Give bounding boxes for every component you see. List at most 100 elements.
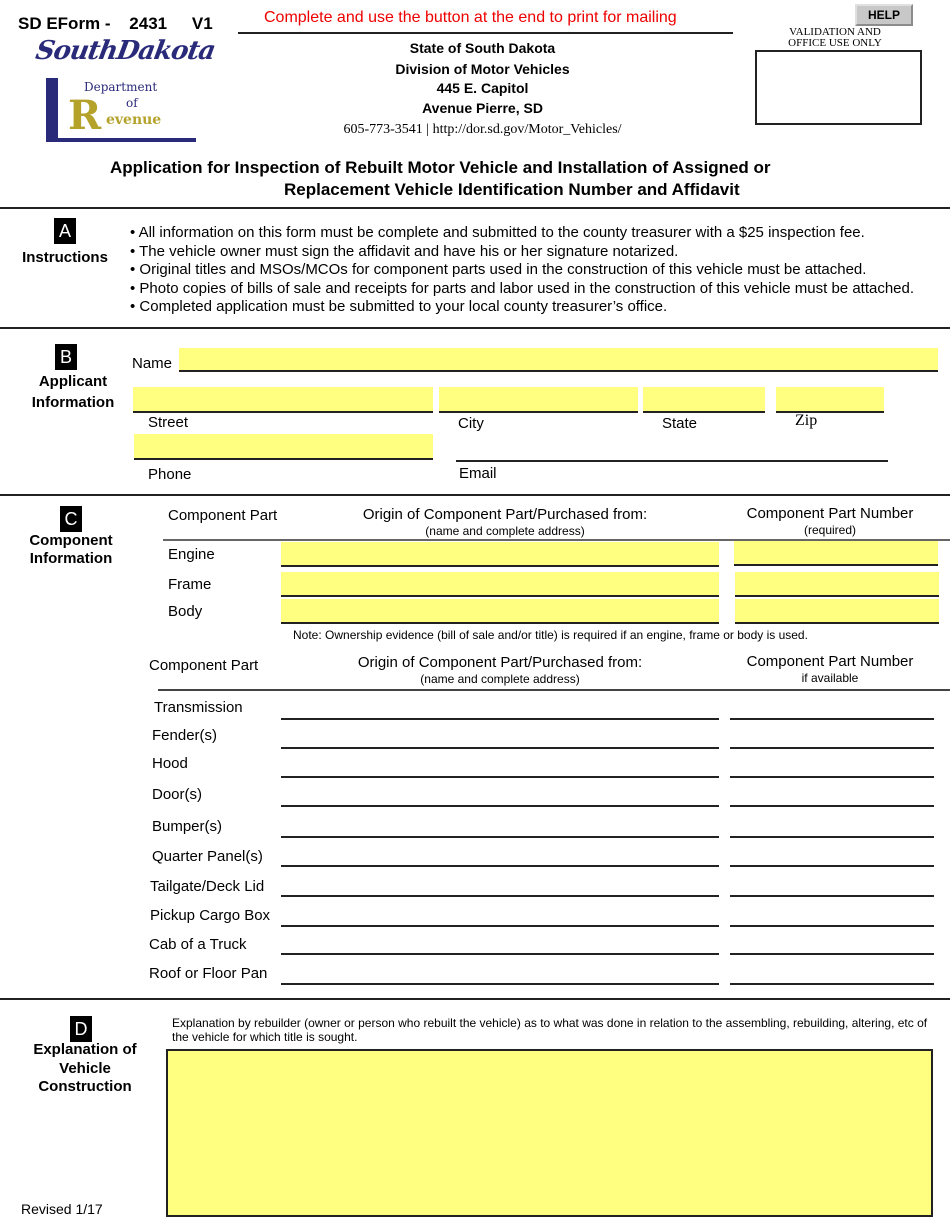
quarter-panels-part-number-input[interactable]	[730, 845, 934, 867]
explanation-textarea[interactable]	[166, 1049, 933, 1217]
section-a-divider	[0, 207, 950, 209]
table1-row-label-body: Body	[168, 603, 203, 620]
department-of-revenue-logo: SouthDakota Department of R evenue	[33, 36, 217, 144]
section-c-badge: C	[60, 506, 82, 532]
section-b-divider	[0, 327, 950, 329]
table2-col-component-part: Component Part	[149, 657, 259, 674]
transmission-part-number-input[interactable]	[730, 698, 934, 720]
city-input[interactable]	[439, 387, 638, 413]
form-title-line1: Application for Inspection of Rebuilt Mo…	[110, 158, 771, 177]
revised-date: Revised 1/17	[21, 1201, 103, 1217]
section-c-label-line1: Component	[29, 532, 113, 549]
section-d-label-line1: Explanation of	[33, 1041, 137, 1058]
form-title: Application for Inspection of Rebuilt Mo…	[0, 157, 950, 201]
phone-label: Phone	[148, 466, 192, 483]
state-input[interactable]	[643, 387, 765, 413]
body-origin-input[interactable]	[281, 599, 719, 624]
table1-row-label-frame: Frame	[168, 576, 212, 593]
instruction-item: • The vehicle owner must sign the affida…	[130, 242, 679, 260]
logo-script: SouthDakota	[33, 36, 218, 66]
cab-origin-input[interactable]	[281, 933, 719, 955]
email-input[interactable]	[456, 438, 888, 462]
header-divider	[238, 32, 733, 34]
table2-row-label: Transmission	[154, 699, 243, 716]
form-number: 2431	[129, 14, 168, 33]
print-notice: Complete and use the button at the end t…	[264, 9, 677, 26]
explanation-prompt: Explanation by rebuilder (owner or perso…	[172, 1016, 928, 1044]
table2-row-label: Door(s)	[152, 786, 203, 803]
engine-origin-input[interactable]	[281, 542, 719, 567]
agency-line1: State of South Dakota	[409, 40, 556, 56]
logo-initial: R	[68, 92, 102, 139]
name-label: Name	[132, 355, 173, 372]
section-d-label-line2: Vehicle	[59, 1059, 111, 1077]
doors-part-number-input[interactable]	[730, 785, 934, 807]
section-b-badge: B	[55, 344, 77, 370]
instruction-item: • Completed application must be submitte…	[130, 298, 668, 315]
state-label: State	[662, 415, 698, 432]
tailgate-part-number-input[interactable]	[730, 875, 934, 897]
transmission-origin-input[interactable]	[281, 698, 719, 720]
table2-col-part-number: Component Part Number if available	[725, 653, 935, 687]
section-b-label-line2: Information	[31, 394, 115, 411]
doors-origin-input[interactable]	[281, 785, 719, 807]
roof-floor-pan-part-number-input[interactable]	[730, 963, 934, 985]
bumpers-origin-input[interactable]	[281, 816, 719, 838]
pickup-cargo-box-origin-input[interactable]	[281, 905, 719, 927]
table2-row-label: Tailgate/Deck Lid	[150, 878, 265, 895]
help-button[interactable]: HELP	[855, 4, 913, 26]
tailgate-origin-input[interactable]	[281, 875, 719, 897]
table2-col-part-number-title: Component Part Number	[746, 653, 914, 670]
phone-input[interactable]	[134, 434, 433, 460]
section-b-label-line1: Applicant	[38, 373, 108, 390]
table1-col-part-number-sub: (required)	[803, 523, 857, 537]
email-label: Email	[459, 465, 497, 482]
quarter-panels-origin-input[interactable]	[281, 845, 719, 867]
street-label: Street	[148, 414, 189, 431]
frame-origin-input[interactable]	[281, 572, 719, 597]
agency-block: State of South Dakota Division of Motor …	[300, 38, 665, 141]
section-c-label: Component Information	[18, 532, 124, 568]
table2-col-origin-sub: (name and complete address)	[420, 672, 580, 686]
name-input[interactable]	[179, 348, 938, 372]
body-part-number-input[interactable]	[735, 599, 939, 624]
office-use-box	[755, 50, 922, 125]
form-version: V1	[191, 14, 213, 33]
agency-line2: Division of Motor Vehicles	[395, 61, 570, 77]
fenders-part-number-input[interactable]	[730, 727, 934, 749]
street-input[interactable]	[133, 387, 433, 413]
hood-origin-input[interactable]	[281, 756, 719, 778]
table2-row-label: Fender(s)	[152, 727, 218, 744]
table2-row-label: Roof or Floor Pan	[149, 965, 268, 982]
frame-part-number-input[interactable]	[735, 572, 939, 597]
zip-input[interactable]	[776, 387, 884, 413]
cab-part-number-input[interactable]	[730, 933, 934, 955]
form-id-prefix: SD EForm -	[18, 14, 111, 33]
table1-col-part-number-title: Component Part Number	[746, 505, 914, 522]
table2-row-label: Bumper(s)	[152, 818, 223, 835]
section-b-label: Applicant Information	[18, 371, 128, 413]
section-a-label: Instructions	[22, 249, 108, 266]
engine-part-number-input[interactable]	[734, 541, 938, 566]
form-id: SD EForm - 2431 V1	[18, 14, 213, 34]
table1-col-part-number: Component Part Number (required)	[725, 505, 935, 539]
bumpers-part-number-input[interactable]	[730, 816, 934, 838]
table2-col-origin-title: Origin of Component Part/Purchased from:	[357, 654, 643, 671]
validation-label: VALIDATION AND OFFICE USE ONLY	[760, 27, 910, 49]
fenders-origin-input[interactable]	[281, 727, 719, 749]
hood-part-number-input[interactable]	[730, 756, 934, 778]
instructions-list: • All information on this form must be c…	[130, 224, 914, 317]
table2-header-divider	[158, 689, 950, 691]
section-d-badge: D	[70, 1016, 92, 1042]
form-title-line2: Replacement Vehicle Identification Numbe…	[284, 180, 740, 199]
roof-floor-pan-origin-input[interactable]	[281, 963, 719, 985]
table1-col-origin: Origin of Component Part/Purchased from:…	[330, 506, 680, 540]
section-c-label-line2: Information	[29, 550, 113, 567]
logo-dept-line3: evenue	[106, 112, 162, 128]
table1-col-origin-title: Origin of Component Part/Purchased from:	[362, 506, 648, 523]
zip-label: Zip	[795, 412, 818, 429]
pickup-cargo-box-part-number-input[interactable]	[730, 905, 934, 927]
section-d-label: Explanation of Vehicle Construction	[20, 1041, 150, 1097]
table2-row-label: Hood	[152, 755, 188, 772]
table1-col-origin-sub: (name and complete address)	[425, 524, 585, 538]
